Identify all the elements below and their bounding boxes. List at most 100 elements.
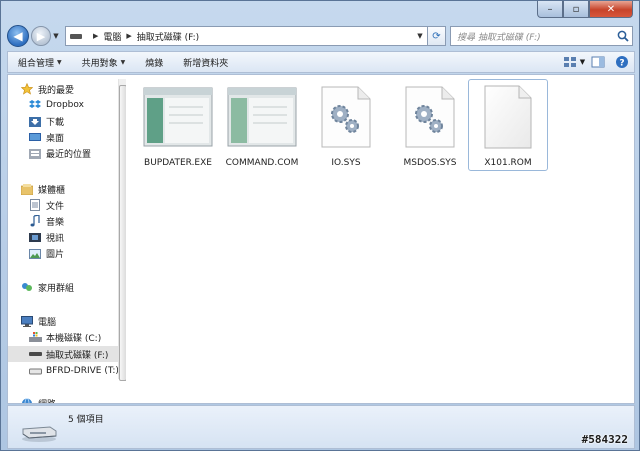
sidebar-item-label: BFRD-DRIVE (T:) (46, 366, 119, 376)
sidebar-item-computer[interactable]: 電腦 (20, 313, 126, 329)
minimize-button[interactable]: – (537, 1, 563, 18)
forward-button[interactable]: ▶ (31, 26, 51, 46)
downloads-folder-icon (28, 115, 42, 127)
sidebar-item-label: 音樂 (46, 217, 65, 228)
file-list: BUPDATER.EXE COMMAND.COM IO.SYS MSDOS.SY… (126, 75, 634, 403)
change-view-button[interactable]: ▼ (562, 53, 586, 71)
homegroup-icon (20, 281, 34, 293)
caption-buttons: – ▫ ✕ (537, 1, 633, 19)
com-window-icon (227, 85, 297, 149)
sidebar-item-network[interactable]: 網路 (20, 395, 126, 403)
sidebar-item-label: 視訊 (46, 233, 65, 244)
sidebar-item-label: Dropbox (46, 100, 84, 110)
chevron-right-icon[interactable]: ▶ (126, 32, 131, 40)
sidebar-item-label: 我的最愛 (38, 85, 75, 96)
scrollbar-thumb[interactable] (119, 85, 126, 381)
chevron-down-icon: ▼ (120, 58, 126, 66)
sidebar-item-bfrd-drive[interactable]: BFRD-DRIVE (T:) (28, 363, 126, 379)
sidebar-item-pictures[interactable]: 圖片 (28, 245, 126, 261)
sidebar-item-label: 本機磁碟 (C:) (46, 333, 102, 344)
close-button[interactable]: ✕ (589, 1, 633, 18)
sidebar-item-recent-places[interactable]: 最近的位置 (28, 145, 126, 161)
chevron-down-icon: ▼ (579, 58, 586, 66)
picture-icon (28, 247, 42, 259)
new-folder-button[interactable]: 新增資料夾 (183, 56, 228, 69)
documents-icon (28, 199, 42, 211)
sidebar-item-downloads[interactable]: 下載 (28, 113, 126, 129)
sidebar-item-label: 最近的位置 (46, 149, 92, 160)
sidebar-item-label: 家用群組 (38, 283, 75, 294)
desktop-icon (28, 131, 42, 143)
sidebar-item-libraries[interactable]: 媒體櫃 (20, 181, 126, 197)
address-bar[interactable]: ▶ 電腦 ▶ 抽取式磁碟 (F:) ▼ (65, 26, 428, 46)
sidebar-item-desktop[interactable]: 桌面 (28, 129, 126, 145)
sidebar-item-label: 文件 (46, 201, 65, 212)
file-name: X101.ROM (484, 158, 532, 168)
svg-text:?: ? (619, 59, 624, 69)
dropbox-icon (28, 99, 42, 111)
windows-drive-icon (28, 331, 42, 343)
network-icon (20, 397, 34, 403)
file-item-msdos-sys[interactable]: MSDOS.SYS (390, 85, 470, 169)
sidebar-item-favorites[interactable]: 我的最愛 (20, 81, 126, 97)
file-item-command[interactable]: COMMAND.COM (222, 85, 302, 169)
removable-drive-icon (28, 348, 42, 360)
help-button[interactable]: ? (610, 53, 634, 71)
search-icon[interactable] (614, 27, 632, 45)
sidebar-item-label: 媒體櫃 (38, 185, 66, 196)
burn-label: 燒錄 (145, 58, 164, 69)
removable-drive-icon (20, 423, 58, 446)
explorer-body: 我的最愛 Dropbox 下載 桌面 最近的位置 媒體櫃 文件 音樂 視訊 圖片… (7, 74, 635, 404)
command-bar: 組合管理 ▼ 共用對象 ▼ 燒錄 新增資料夾 ▼ ? (7, 51, 635, 73)
organize-label: 組合管理 (18, 58, 55, 69)
chevron-right-icon[interactable]: ▶ (93, 32, 98, 40)
search-box[interactable]: 搜尋 抽取式磁碟 (F:) (450, 26, 633, 46)
computer-icon (20, 315, 34, 327)
usb-drive-icon (28, 365, 42, 377)
navigation-row: ◀ ▶ ▼ ▶ 電腦 ▶ 抽取式磁碟 (F:) ▼ ⟳ 搜尋 抽取式磁碟 (F:… (7, 23, 635, 49)
breadcrumb-computer[interactable]: 電腦 (103, 30, 121, 43)
sidebar-item-documents[interactable]: 文件 (28, 197, 126, 213)
share-with-button[interactable]: 共用對象 ▼ (82, 56, 126, 69)
back-button[interactable]: ◀ (7, 25, 29, 47)
navigation-scrollbar[interactable] (118, 79, 126, 381)
drive-icon (70, 33, 82, 39)
refresh-button[interactable]: ⟳ (428, 26, 446, 46)
organize-button[interactable]: 組合管理 ▼ (18, 56, 62, 69)
sidebar-item-label: 下載 (46, 117, 65, 128)
sidebar-item-label: 網路 (38, 397, 56, 404)
recent-pages-dropdown[interactable]: ▼ (51, 32, 61, 40)
sidebar-item-label: 抽取式磁碟 (F:) (46, 350, 109, 361)
breadcrumb-removable-disk[interactable]: 抽取式磁碟 (F:) (137, 30, 199, 43)
view-grid-icon (563, 57, 576, 67)
sidebar-item-homegroup[interactable]: 家用群組 (20, 279, 126, 295)
libraries-icon (20, 183, 34, 195)
sidebar-item-removable-disk-f[interactable]: 抽取式磁碟 (F:) (8, 346, 118, 362)
star-icon (20, 83, 34, 95)
file-name: BUPDATER.EXE (144, 158, 212, 168)
blank-file-icon (473, 85, 543, 149)
video-film-icon (28, 231, 42, 243)
sidebar-item-local-disk-c[interactable]: 本機磁碟 (C:) (28, 329, 126, 345)
help-icon: ? (616, 56, 628, 69)
preview-pane-button[interactable] (586, 53, 610, 71)
view-controls: ▼ ? (562, 53, 634, 71)
maximize-button[interactable]: ▫ (563, 1, 589, 18)
file-name: MSDOS.SYS (403, 158, 457, 168)
burn-button[interactable]: 燒錄 (145, 56, 163, 69)
file-item-bupdater[interactable]: BUPDATER.EXE (138, 85, 218, 169)
search-input[interactable]: 搜尋 抽取式磁碟 (F:) (457, 30, 541, 43)
forward-arrow-icon: ▶ (36, 29, 46, 43)
explorer-window: – ▫ ✕ ◀ ▶ ▼ ▶ 電腦 ▶ 抽取式磁碟 (F:) ▼ ⟳ 搜尋 抽取式… (0, 0, 640, 451)
sidebar-item-dropbox[interactable]: Dropbox (28, 97, 126, 113)
watermark-text: #584322 (581, 433, 628, 446)
sidebar-item-music[interactable]: 音樂 (28, 213, 126, 229)
file-name: IO.SYS (331, 158, 361, 168)
back-arrow-icon: ◀ (13, 29, 23, 43)
address-dropdown-icon[interactable]: ▼ (413, 32, 427, 40)
details-pane: 5 個項目 #584322 (7, 405, 635, 449)
file-item-x101-rom[interactable]: X101.ROM (468, 79, 548, 171)
file-item-io-sys[interactable]: IO.SYS (306, 85, 386, 169)
recent-places-icon (28, 147, 42, 159)
sidebar-item-videos[interactable]: 視訊 (28, 229, 126, 245)
